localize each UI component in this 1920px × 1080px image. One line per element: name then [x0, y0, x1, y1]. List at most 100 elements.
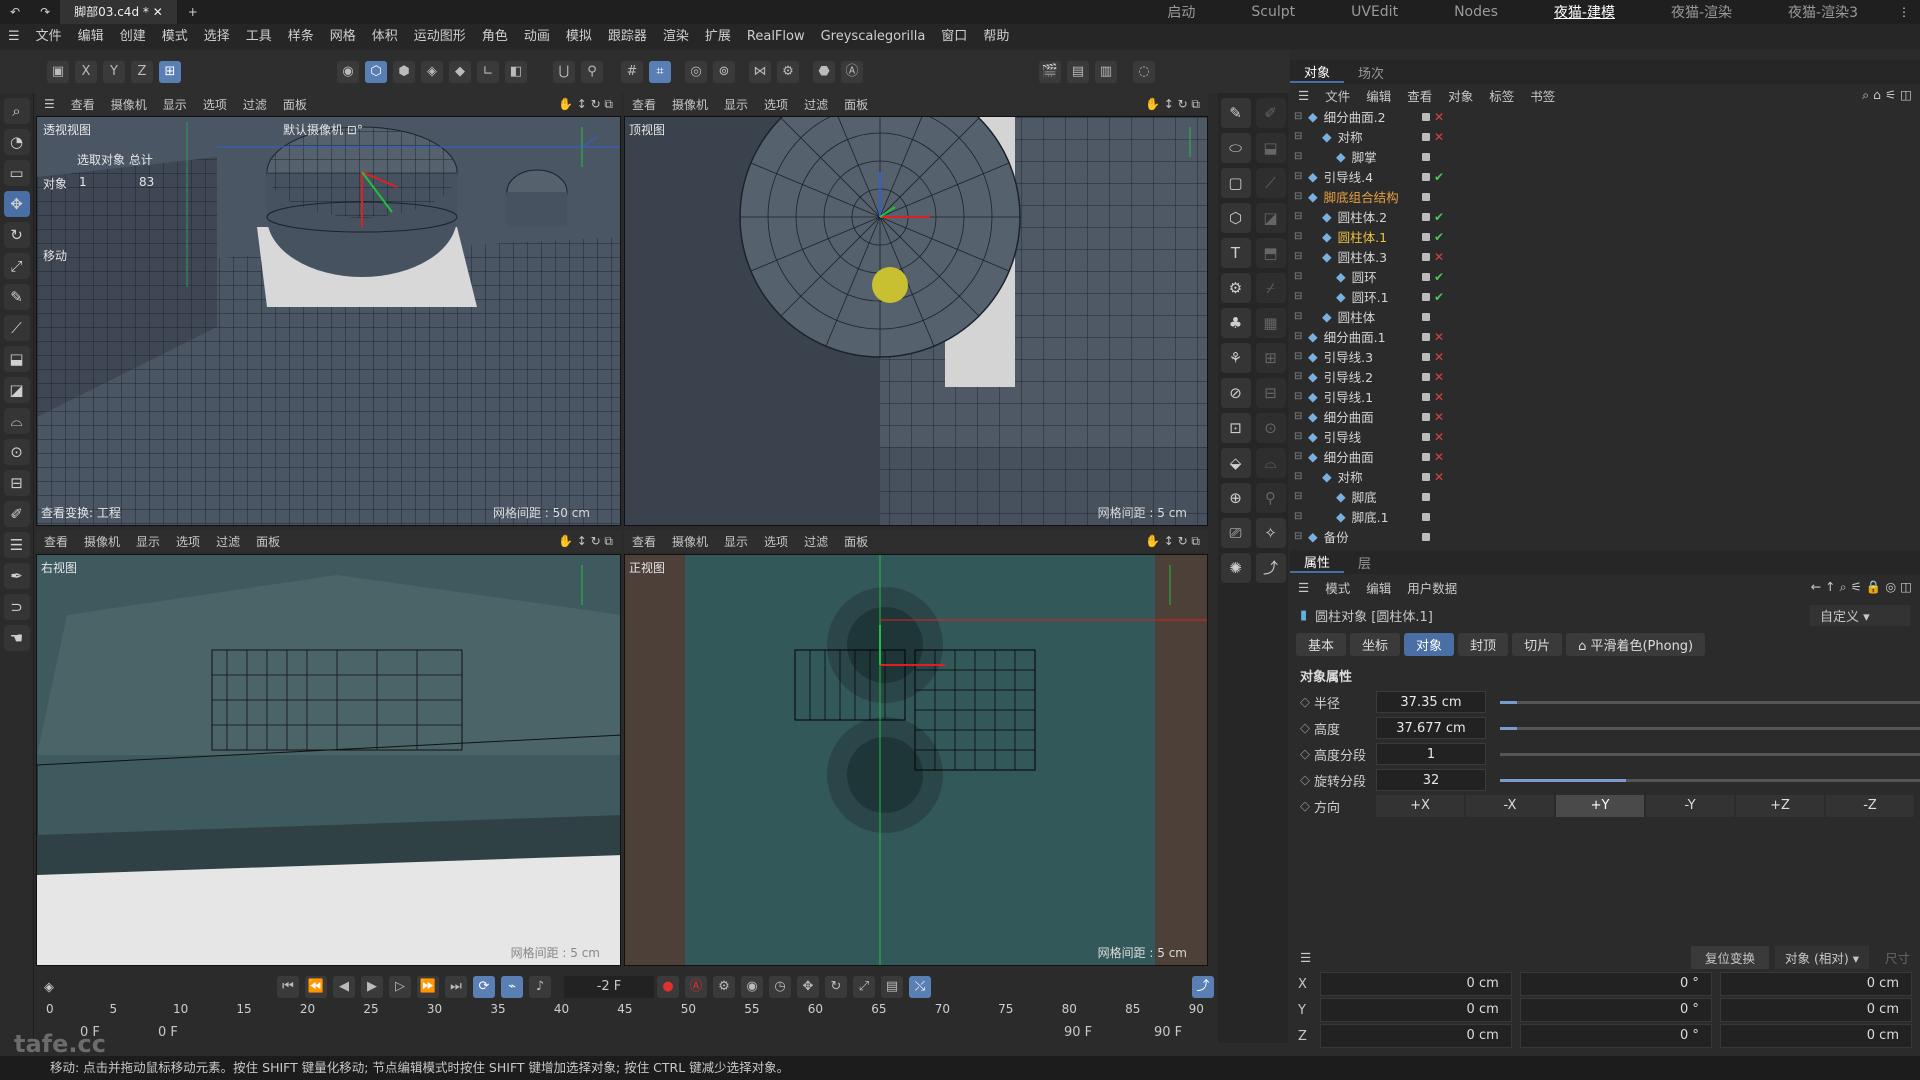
object-visibility[interactable]: ✕ [1418, 349, 1444, 364]
document-tab[interactable]: 脚部03.c4d * ✕ [60, 0, 178, 24]
vp-menu-view[interactable]: 查看 [624, 533, 664, 550]
next-key-icon[interactable]: ⏩ [417, 976, 439, 998]
object-visibility[interactable] [1418, 309, 1434, 324]
keyframe-diamond-icon[interactable]: ◇ [1300, 747, 1314, 762]
extrude-icon[interactable]: ⬒ [1255, 238, 1286, 268]
timeline-ruler[interactable]: 0 5 10 15 20 25 30 35 40 45 50 55 60 65 70 75 80 85 90 [46, 1002, 1206, 1022]
perspective-viewport[interactable]: 透视视图 默认摄像机 ⊡° 选取对象 总计 对象 1 83 移动 查看变换: 工… [36, 116, 621, 526]
axis-icon[interactable]: ⤴ [1255, 553, 1286, 583]
objects-menu-view[interactable]: 查看 [1399, 86, 1440, 105]
object-visibility[interactable]: ✔ [1418, 269, 1444, 284]
fcurve-icon[interactable]: ⤴ [1192, 976, 1214, 998]
layer-dot-icon[interactable] [1422, 392, 1430, 401]
grid-snap-icon[interactable]: # [621, 60, 643, 83]
solo-icon[interactable]: ◧ [505, 60, 527, 83]
coord-system-icon[interactable]: ⊞ [159, 60, 181, 83]
property-value-field[interactable]: 37.677 cm [1376, 717, 1486, 739]
magnet-tool-icon[interactable]: ⊃ [3, 594, 30, 620]
object-row[interactable]: ⊟ ◆ 脚底.1 [1294, 506, 1920, 526]
layer-dot-icon[interactable] [1422, 232, 1430, 241]
field-icon[interactable]: ⊡ [1220, 413, 1251, 443]
enabled-check-icon[interactable]: ✔ [1434, 270, 1444, 284]
redo-icon[interactable]: ↷ [30, 0, 60, 24]
preview-start-field[interactable]: 0 F [158, 1025, 178, 1040]
tree-expand-icon[interactable]: ⊟ [1294, 211, 1322, 222]
paint-tool-icon[interactable]: ✐ [3, 501, 30, 527]
disabled-x-icon[interactable]: ✕ [1434, 430, 1444, 444]
layer-dot-icon[interactable] [1422, 332, 1430, 341]
menu-item[interactable]: 模拟 [558, 24, 600, 50]
layer-dot-icon[interactable] [1422, 172, 1430, 181]
object-row[interactable]: ⊟ ◆ 引导线.3 ✕ [1294, 346, 1920, 366]
vp-menu-filter[interactable]: 过滤 [208, 533, 248, 550]
viewport-nav-icons[interactable]: ✋ ↕ ↻ ⧉ [550, 97, 621, 112]
tree-expand-icon[interactable]: ⊟ [1294, 271, 1336, 282]
property-slider[interactable] [1500, 727, 1920, 730]
size-dropdown[interactable]: 尺寸 [1875, 946, 1920, 969]
quantize-icon[interactable]: ⌗ [649, 60, 671, 83]
rotate-tool-icon[interactable]: ↻ [3, 222, 30, 248]
vp-menu-panel[interactable]: 面板 [836, 96, 876, 113]
app-menu-icon[interactable]: ☰ [0, 24, 28, 50]
settings-gear-icon[interactable]: ⚙ [777, 60, 799, 83]
undo-icon[interactable]: ↶ [0, 0, 30, 24]
menu-item[interactable]: 网格 [322, 24, 364, 50]
object-row[interactable]: ⊟ ◆ 圆柱体.3 ✕ [1294, 246, 1920, 266]
coord-field-s[interactable]: 0 cm [1719, 972, 1912, 996]
menu-item[interactable]: RealFlow [739, 24, 813, 50]
tree-expand-icon[interactable]: ⊟ [1294, 311, 1322, 322]
layout-tab[interactable]: Nodes [1454, 4, 1498, 20]
direction-button[interactable]: -X [1466, 795, 1554, 817]
cube-outline-icon[interactable]: ▢ [1220, 168, 1251, 198]
keyframe-diamond-icon[interactable]: ◇ [1300, 799, 1314, 814]
menu-item[interactable]: 模式 [154, 24, 196, 50]
layer-dot-icon[interactable] [1422, 112, 1430, 121]
render-view-icon[interactable]: ▤ [1067, 60, 1089, 83]
menu-item[interactable]: 编辑 [70, 24, 112, 50]
vp-menu-view[interactable]: 查看 [63, 96, 103, 113]
coords-menu-icon[interactable]: ☰ [1290, 950, 1321, 965]
object-row[interactable]: ⊟ ◆ 引导线 ✕ [1294, 426, 1920, 446]
keyframe-diamond-icon[interactable]: ◇ [1300, 721, 1314, 736]
layer-dot-icon[interactable] [1422, 452, 1430, 461]
object-row[interactable]: ⊟ ◆ 备份 [1294, 526, 1920, 546]
tree-expand-icon[interactable]: ⊟ [1294, 171, 1308, 182]
vp-menu-view[interactable]: 查看 [36, 533, 76, 550]
object-visibility[interactable]: ✕ [1418, 449, 1444, 464]
attr-subtab[interactable]: 切片 [1512, 632, 1563, 656]
key-pos-icon[interactable]: ✥ [797, 976, 819, 998]
preset-dropdown[interactable]: 自定义 ▾ [1810, 604, 1910, 626]
layer-dot-icon[interactable] [1422, 492, 1430, 501]
layer-dot-icon[interactable] [1422, 352, 1430, 361]
object-visibility[interactable]: ✕ [1418, 109, 1444, 124]
property-value-field[interactable]: 37.35 cm [1376, 691, 1486, 713]
menu-item[interactable]: 工具 [238, 24, 280, 50]
next-frame-icon[interactable]: ▷ [389, 976, 411, 998]
layout-tab[interactable]: 启动 [1167, 2, 1195, 22]
live-select-icon[interactable]: ◔ [3, 129, 30, 155]
vp-menu-panel[interactable]: 面板 [836, 533, 876, 550]
vp-menu-options[interactable]: 选项 [756, 96, 796, 113]
coord-field-r[interactable]: 0 ° [1519, 998, 1712, 1022]
mograph-icon[interactable]: ♣ [1220, 308, 1251, 338]
mirror-icon[interactable]: ⋈ [749, 60, 771, 83]
object-visibility[interactable]: ✕ [1418, 469, 1444, 484]
tree-expand-icon[interactable]: ⊟ [1294, 131, 1322, 142]
menu-item[interactable]: 角色 [474, 24, 516, 50]
object-visibility[interactable] [1418, 509, 1434, 524]
brush-icon[interactable]: ⌿ [1255, 273, 1286, 303]
tree-expand-icon[interactable]: ⊟ [1294, 151, 1336, 162]
vp-menu-options[interactable]: 选项 [756, 533, 796, 550]
attr-subtab[interactable]: 封顶 [1458, 632, 1509, 656]
object-visibility[interactable]: ✔ [1418, 229, 1444, 244]
disabled-x-icon[interactable]: ✕ [1434, 370, 1444, 384]
keyframe-diamond-icon[interactable]: ◇ [1300, 695, 1314, 710]
knife-icon[interactable]: ⟋ [1255, 168, 1286, 198]
vp-menu-filter[interactable]: 过滤 [235, 96, 275, 113]
uv-mode-icon[interactable]: ◈ [421, 60, 443, 83]
property-value-field[interactable]: 32 [1376, 769, 1486, 791]
goto-start-icon[interactable]: ⏮ [277, 976, 299, 998]
snap-icon[interactable]: ⚲ [1255, 483, 1286, 513]
search-icon[interactable]: ⌕ [3, 98, 30, 124]
camera-icon[interactable]: ⎚ [1220, 518, 1251, 548]
